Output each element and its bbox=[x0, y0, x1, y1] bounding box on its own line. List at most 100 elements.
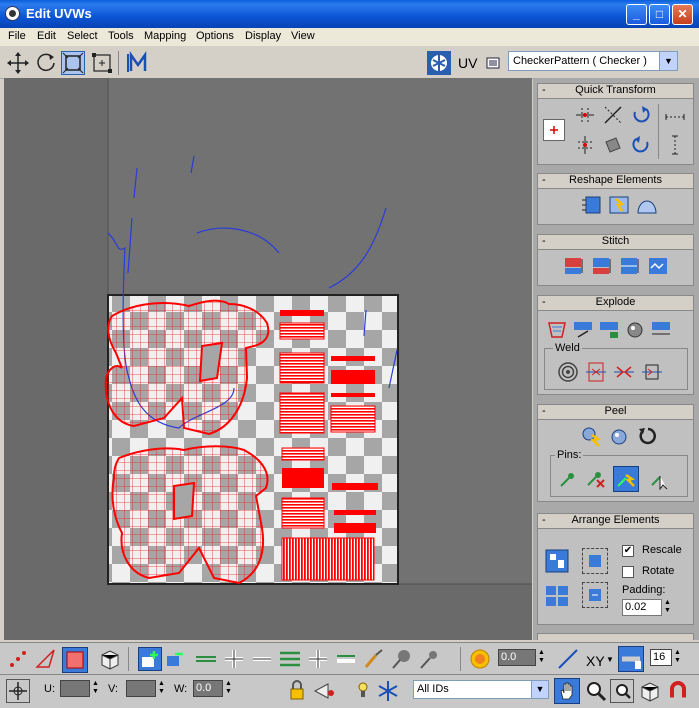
paint-shrink-icon[interactable] bbox=[418, 647, 442, 671]
menu-view[interactable]: View bbox=[291, 30, 315, 42]
grid-value-spinner[interactable]: ▲ ▼ bbox=[673, 649, 682, 666]
weld-selected-icon[interactable] bbox=[585, 361, 607, 383]
scale-icon[interactable] bbox=[61, 51, 85, 75]
weld-all-icon[interactable] bbox=[641, 361, 663, 383]
rotate-icon[interactable] bbox=[34, 51, 58, 75]
move-icon[interactable] bbox=[6, 51, 30, 75]
rescale-checkbox[interactable]: ✔ bbox=[622, 545, 634, 557]
shrink-selection-icon[interactable] bbox=[164, 647, 188, 671]
rotate-ccw-icon[interactable] bbox=[630, 134, 652, 156]
weld-threshold-icon[interactable] bbox=[613, 361, 635, 383]
space-vertical-icon[interactable] bbox=[664, 134, 686, 156]
straighten-icon[interactable] bbox=[580, 194, 602, 216]
pack-normalize-icon[interactable] bbox=[582, 548, 608, 574]
menu-select[interactable]: Select bbox=[67, 30, 98, 42]
mirror-icon[interactable] bbox=[126, 51, 150, 75]
pan-icon[interactable] bbox=[554, 678, 580, 704]
show-map-icon[interactable] bbox=[427, 51, 451, 75]
pack-custom-icon[interactable] bbox=[544, 548, 570, 574]
zoom-extents-icon[interactable] bbox=[638, 679, 662, 703]
snap-icon[interactable] bbox=[666, 679, 690, 703]
ids-dropdown[interactable]: All IDs ▼ bbox=[413, 680, 549, 699]
break-icon[interactable] bbox=[546, 318, 568, 340]
auto-pin-icon[interactable] bbox=[613, 466, 639, 492]
rotate-cw-icon[interactable] bbox=[630, 104, 652, 126]
hide-icon[interactable] bbox=[312, 679, 336, 703]
flatten-icon[interactable] bbox=[624, 318, 646, 340]
loop-grow-icon[interactable] bbox=[222, 647, 246, 671]
vertex-select-icon[interactable] bbox=[6, 647, 30, 671]
edge-select-icon[interactable] bbox=[34, 647, 58, 671]
lock-icon[interactable] bbox=[286, 679, 310, 703]
uv-label[interactable]: UV bbox=[458, 55, 477, 71]
absolute-offset-icon[interactable] bbox=[6, 679, 30, 703]
stitch-to-source-icon[interactable] bbox=[619, 255, 641, 277]
loop-shrink-icon[interactable] bbox=[250, 647, 274, 671]
stitch-average-icon[interactable] bbox=[591, 255, 613, 277]
xy-label[interactable]: XY bbox=[586, 653, 605, 669]
menu-display[interactable]: Display bbox=[245, 30, 281, 42]
ring-grow-icon[interactable] bbox=[306, 647, 330, 671]
stitch-selected-icon[interactable] bbox=[650, 318, 672, 340]
pack-rescale-icon[interactable] bbox=[582, 582, 608, 608]
peel-mode-icon[interactable] bbox=[608, 425, 630, 447]
rollout-header[interactable]: - Quick Transform bbox=[538, 84, 693, 99]
maximize-button[interactable]: □ bbox=[649, 4, 670, 25]
soft-selection-icon[interactable] bbox=[468, 647, 492, 671]
delete-pins-icon[interactable] bbox=[585, 468, 607, 490]
u-spinner[interactable]: ▲ ▼ bbox=[91, 680, 100, 697]
w-input[interactable]: 0.0 bbox=[193, 680, 223, 697]
rollout-header[interactable]: - Stitch bbox=[538, 235, 693, 250]
rollout-header[interactable]: - Peel bbox=[538, 405, 693, 420]
face-select-icon[interactable] bbox=[62, 647, 88, 673]
rollout-header[interactable]: - Reshape Elements bbox=[538, 174, 693, 189]
ring-icon[interactable] bbox=[278, 647, 302, 671]
map-dropdown[interactable]: CheckerPattern ( Checker ) ▼ bbox=[508, 51, 678, 71]
padding-spinner[interactable]: ▲ ▼ bbox=[663, 599, 672, 616]
snowflake-icon[interactable] bbox=[376, 679, 400, 703]
falloff-icon[interactable] bbox=[556, 647, 580, 671]
zoom-region-icon[interactable] bbox=[610, 679, 634, 703]
space-horizontal-icon[interactable] bbox=[664, 106, 686, 128]
properties-icon[interactable] bbox=[484, 51, 502, 75]
detach-icon[interactable] bbox=[572, 318, 594, 340]
minimize-button[interactable]: _ bbox=[626, 4, 647, 25]
w-spinner[interactable]: ▲ ▼ bbox=[224, 680, 233, 697]
chevron-down-icon[interactable]: ▼ bbox=[606, 655, 614, 664]
freeform-icon[interactable] bbox=[90, 51, 114, 75]
loop-icon[interactable] bbox=[194, 647, 218, 671]
v-input[interactable] bbox=[126, 680, 156, 697]
align-horizontal-icon[interactable] bbox=[574, 104, 596, 126]
weld-target-icon[interactable] bbox=[557, 361, 579, 383]
ring-shrink-icon[interactable] bbox=[334, 647, 358, 671]
stitch-to-target-icon[interactable] bbox=[563, 255, 585, 277]
chevron-down-icon[interactable]: ▼ bbox=[659, 52, 677, 70]
relax-icon[interactable] bbox=[608, 194, 630, 216]
lock-ruler-icon[interactable] bbox=[618, 646, 644, 672]
stitch-custom-icon[interactable] bbox=[647, 255, 669, 277]
uv-canvas[interactable] bbox=[4, 78, 532, 640]
reset-peel-icon[interactable] bbox=[636, 425, 658, 447]
grow-selection-icon[interactable] bbox=[138, 647, 162, 671]
padding-input[interactable]: 0.02 bbox=[622, 599, 662, 616]
weld-edges-icon[interactable] bbox=[598, 318, 620, 340]
rollout-header[interactable]: - Explode bbox=[538, 296, 693, 311]
menu-mapping[interactable]: Mapping bbox=[144, 30, 186, 42]
paint-select-icon[interactable] bbox=[362, 647, 386, 671]
close-button[interactable]: ✕ bbox=[672, 4, 693, 25]
align-vertical-icon[interactable] bbox=[574, 134, 596, 156]
menu-tools[interactable]: Tools bbox=[108, 30, 134, 42]
menu-edit[interactable]: Edit bbox=[37, 30, 56, 42]
paint-grow-icon[interactable] bbox=[390, 647, 414, 671]
pack-together-icon[interactable] bbox=[544, 582, 570, 608]
rollout-header[interactable] bbox=[538, 634, 693, 640]
uv-viewport[interactable] bbox=[4, 78, 532, 640]
rotate-checkbox[interactable] bbox=[622, 566, 634, 578]
grid-value-input[interactable]: 16 bbox=[650, 649, 672, 666]
circularize-icon[interactable] bbox=[636, 194, 658, 216]
element-select-icon[interactable] bbox=[98, 647, 122, 671]
freeze-icon[interactable] bbox=[352, 679, 376, 703]
chevron-down-icon[interactable]: ▼ bbox=[531, 681, 548, 698]
quick-peel-icon[interactable] bbox=[580, 425, 602, 447]
select-pinned-icon[interactable] bbox=[649, 468, 671, 491]
